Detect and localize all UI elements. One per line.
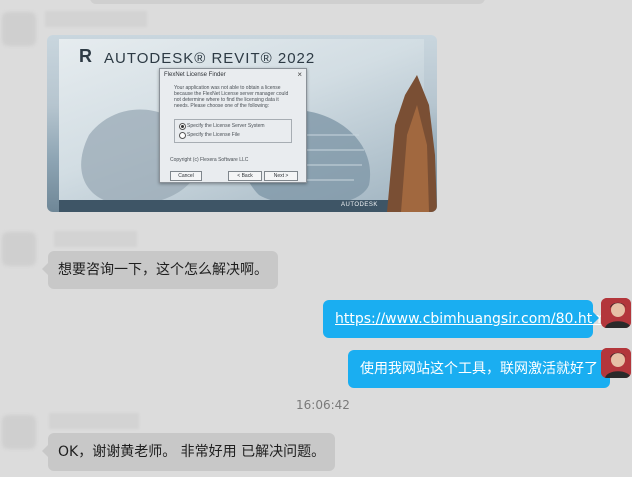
dialog-back-button[interactable]: < Back (228, 171, 262, 181)
my-avatar-2[interactable] (601, 348, 631, 378)
sender-avatar-3[interactable] (2, 415, 36, 449)
reply-bubble[interactable]: 使用我网站这个工具，联网激活就好了 (348, 350, 616, 388)
license-dialog: FlexNet License Finder × Your applicatio… (159, 68, 307, 183)
link-bubble[interactable]: https://www.cbimhuangsir.com/80.html (323, 300, 610, 338)
dialog-cancel-button[interactable]: Cancel (170, 171, 202, 181)
dialog-next-button[interactable]: Next > (264, 171, 298, 181)
radio-license-file[interactable] (179, 132, 186, 139)
sender-name-2 (54, 231, 137, 247)
option-license-file-label: Specify the License File (187, 132, 240, 138)
thanks-text: OK，谢谢黄老师。 非常好用 已解决问题。 (58, 444, 326, 460)
dialog-close-icon[interactable]: × (297, 70, 302, 79)
portrait-avatar-icon (601, 298, 631, 328)
question-text: 想要咨询一下，这个怎么解决啊。 (58, 262, 268, 278)
radio-license-server[interactable] (179, 123, 186, 130)
message-timestamp: 16:06:42 (296, 398, 350, 412)
dialog-options-box: Specify the License Server System Specif… (174, 119, 292, 143)
portrait-avatar-icon-2 (601, 348, 631, 378)
screenshot-image[interactable]: R AUTODESK® REVIT® 2022 FlexNet License … (47, 35, 437, 212)
dialog-title: FlexNet License Finder (164, 72, 226, 78)
my-avatar[interactable] (601, 298, 631, 328)
option-license-server-label: Specify the License Server System (187, 123, 265, 129)
sender-avatar[interactable] (2, 12, 36, 46)
thanks-bubble[interactable]: OK，谢谢黄老师。 非常好用 已解决问题。 (42, 433, 336, 471)
sender-avatar-2[interactable] (2, 232, 36, 266)
dialog-copyright: Copyright (c) Flexera Software LLC (170, 157, 249, 163)
revit-title: AUTODESK® REVIT® 2022 (104, 50, 316, 67)
autodesk-footer-logo: AUTODESK (341, 202, 378, 208)
sender-name (45, 11, 147, 27)
dialog-message: Your application was not able to obtain … (174, 85, 289, 109)
rock-graphic (387, 75, 437, 212)
sender-name-3 (49, 413, 139, 429)
website-link[interactable]: https://www.cbimhuangsir.com/80.html (335, 311, 610, 327)
previous-message-bubble (90, 0, 485, 4)
question-bubble[interactable]: 想要咨询一下，这个怎么解决啊。 (42, 251, 278, 289)
revit-logo-icon: R (79, 46, 92, 66)
reply-text: 使用我网站这个工具，联网激活就好了 (360, 361, 598, 377)
